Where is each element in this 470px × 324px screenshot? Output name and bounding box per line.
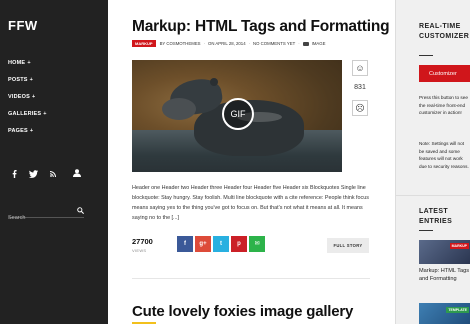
meta-separator: · (298, 41, 300, 46)
post-format: IMAGE (311, 41, 326, 46)
post-excerpt: Header one Header two Header three Heade… (132, 185, 369, 221)
nav-item-home[interactable]: HOME + (8, 60, 47, 77)
featured-image[interactable]: GIF (132, 60, 342, 172)
social-links (12, 170, 68, 180)
customizer-description: Press this button to see the real-time f… (419, 95, 468, 116)
views-counter: 27700 VIEWS (132, 237, 153, 253)
nav-label: VIDEOS (8, 94, 30, 100)
author-link[interactable]: BY COSMOTHEMES (160, 41, 201, 46)
smile-icon[interactable]: ☺ (352, 60, 368, 76)
search-icon[interactable] (77, 207, 84, 214)
facebook-icon[interactable] (12, 170, 17, 180)
nav-label: HOME (8, 60, 26, 66)
nav-item-posts[interactable]: POSTS + (8, 77, 47, 94)
expand-icon[interactable]: + (30, 128, 33, 134)
hippo-snout (162, 98, 196, 120)
expand-icon[interactable]: + (32, 94, 35, 100)
meta-separator: · (248, 41, 251, 46)
nav-label: POSTS (8, 77, 28, 83)
category-badge[interactable]: MARKUP (449, 243, 469, 249)
latest-entry-thumbnail[interactable]: TEMPLATE (419, 303, 470, 324)
heading-line: REAL-TIME (419, 23, 461, 30)
comments-link[interactable]: NO COMMENTS YET (253, 41, 295, 46)
expand-icon[interactable]: + (30, 77, 33, 83)
camera-icon (302, 41, 309, 46)
search-box (8, 206, 84, 221)
nav-item-videos[interactable]: VIDEOS + (8, 94, 47, 111)
customizer-button[interactable]: Customizer (419, 65, 470, 82)
heading-line: CUSTOMIZER (419, 33, 470, 40)
expand-icon[interactable]: + (43, 111, 46, 117)
category-badge[interactable]: MARKUP (132, 40, 156, 47)
post-meta: MARKUP BY COSMOTHEMES · ON APRIL 28, 201… (132, 40, 326, 47)
latest-entries-heading: LATEST ENTRIES (419, 207, 452, 227)
search-input[interactable] (8, 215, 74, 221)
email-share-button[interactable]: ✉ (249, 236, 265, 252)
vote-count: 831 (354, 84, 366, 91)
category-badge[interactable]: TEMPLATE (446, 307, 469, 313)
googleplus-share-button[interactable]: g+ (195, 236, 211, 252)
meta-separator: · (203, 41, 205, 46)
post-date: ON APRIL 28, 2014 (208, 41, 246, 46)
post2-title[interactable]: Cute lovely foxies image gallery (132, 303, 353, 320)
views-label: VIEWS (132, 248, 147, 253)
user-icon[interactable] (73, 169, 81, 177)
twitter-share-button[interactable]: t (213, 236, 229, 252)
heading-line: LATEST (419, 208, 449, 215)
heading-rule (419, 55, 433, 56)
latest-entry-title[interactable]: Markup: HTML Tags and Formatting (419, 267, 470, 283)
widget-divider (396, 195, 470, 196)
full-story-button[interactable]: FULL STORY (327, 238, 369, 253)
nav-label: GALLERIES (8, 111, 42, 117)
pinterest-share-button[interactable]: p (231, 236, 247, 252)
main-content: Markup: HTML Tags and Formatting MARKUP … (108, 0, 395, 324)
heading-rule (419, 230, 433, 231)
twitter-icon[interactable] (29, 170, 38, 180)
frown-icon[interactable]: ☹ (352, 100, 368, 116)
latest-entry-thumbnail[interactable]: MARKUP (419, 240, 470, 264)
rss-icon[interactable] (50, 171, 56, 179)
post-title[interactable]: Markup: HTML Tags and Formatting (132, 18, 390, 36)
site-logo[interactable]: FFW (8, 18, 38, 33)
nav-item-pages[interactable]: PAGES + (8, 128, 47, 145)
gif-play-badge[interactable]: GIF (222, 98, 254, 130)
heading-line: ENTRIES (419, 218, 453, 225)
expand-icon[interactable]: + (27, 60, 30, 66)
customizer-heading: REAL-TIME CUSTOMIZER (419, 22, 469, 42)
facebook-share-button[interactable]: f (177, 236, 193, 252)
share-buttons: f g+ t p ✉ (177, 236, 267, 252)
left-sidebar: FFW HOME + POSTS + VIDEOS + GALLERIES + PAGE… (0, 0, 108, 324)
customizer-note: Note: Settings will not be saved and som… (419, 141, 469, 169)
views-count: 27700 (132, 237, 153, 246)
hippo-ear (210, 78, 218, 86)
nav-label: PAGES (8, 128, 28, 134)
right-sidebar: REAL-TIME CUSTOMIZER Customizer Press th… (395, 0, 470, 324)
main-nav: HOME + POSTS + VIDEOS + GALLERIES + PAGES + (8, 60, 47, 145)
nav-item-galleries[interactable]: GALLERIES + (8, 111, 47, 128)
post-divider (132, 278, 370, 279)
